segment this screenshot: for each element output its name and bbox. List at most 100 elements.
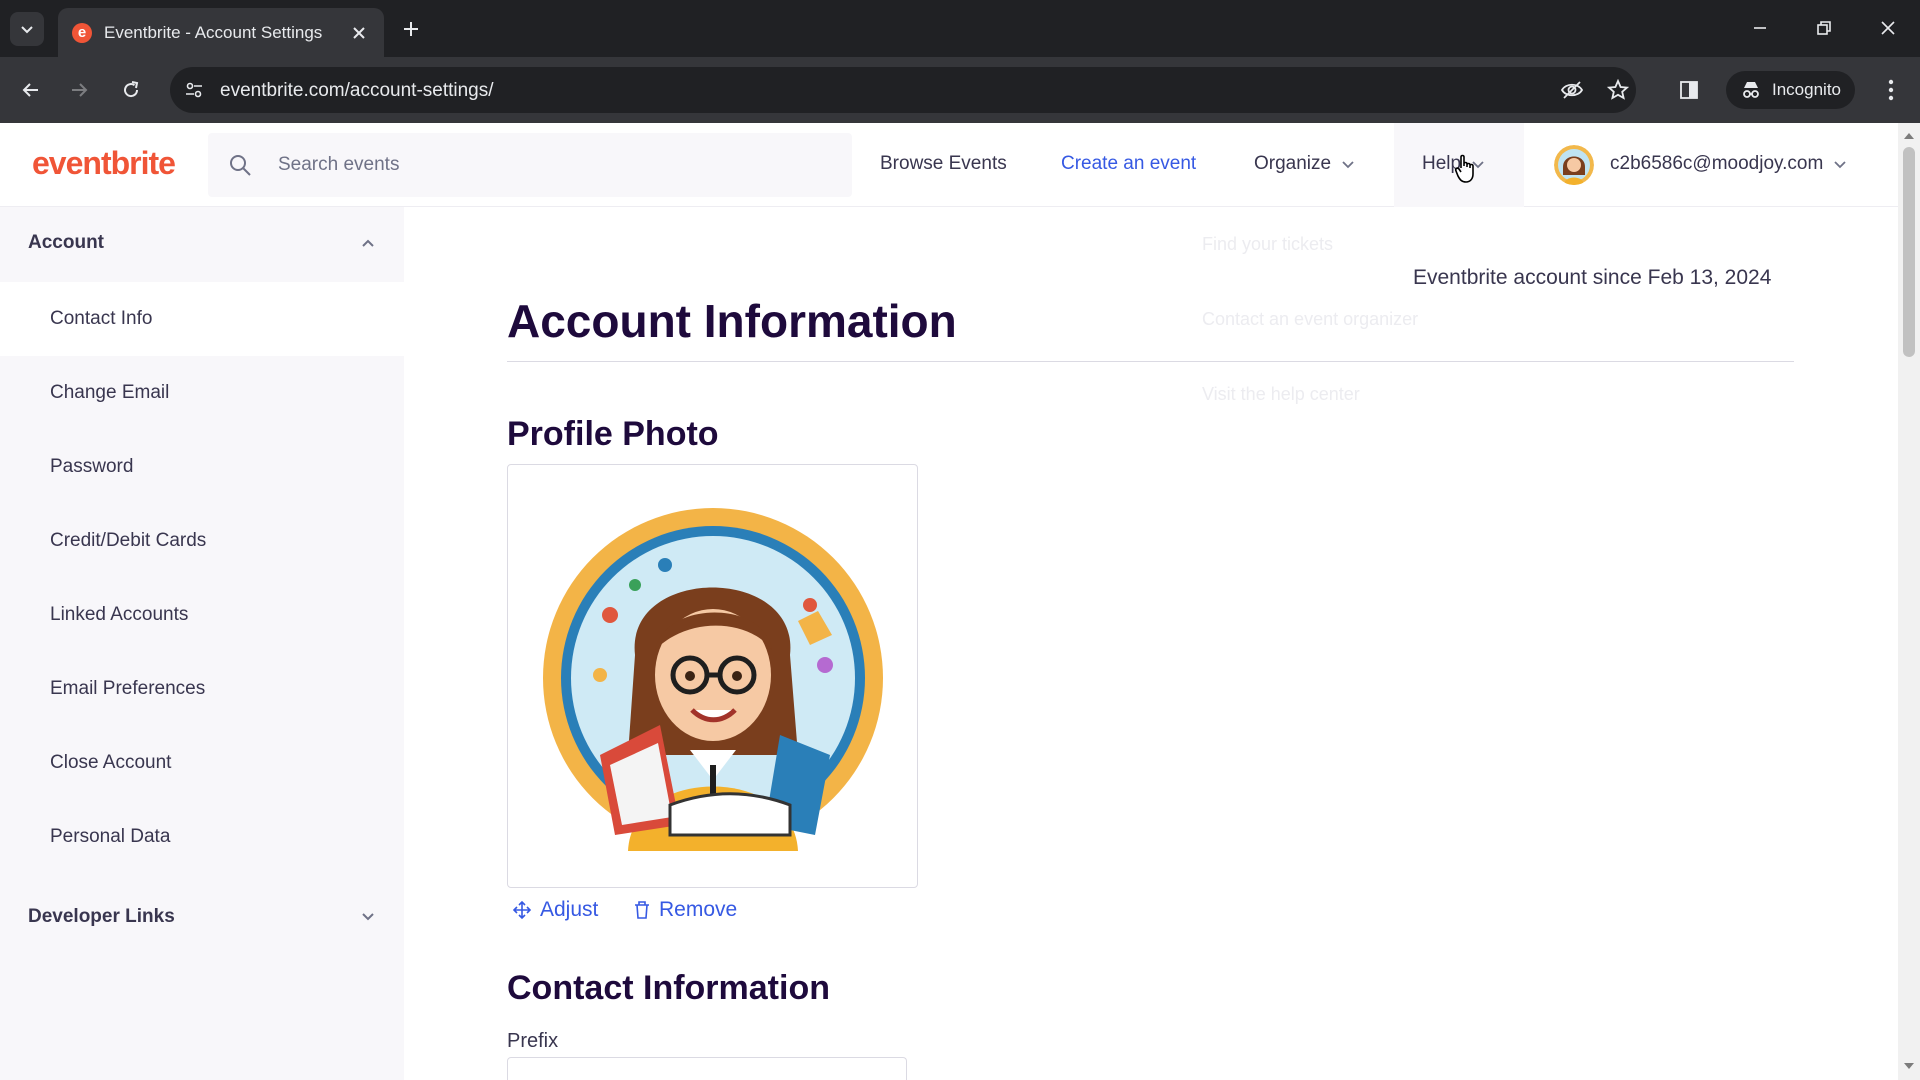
tracking-protection-button[interactable] [1558,76,1586,104]
bookmark-button[interactable] [1604,76,1632,104]
hand-cursor-icon [1454,154,1474,183]
sidebar-item-label: Personal Data [50,826,171,847]
trash-icon [635,901,649,919]
browser-tab[interactable]: e Eventbrite - Account Settings [58,8,384,57]
account-sidebar: Account Contact Info Change Email Passwo… [0,207,404,1080]
user-avatar[interactable] [1554,145,1594,185]
close-icon [353,26,365,39]
triangle-down-icon [1904,1063,1914,1069]
plus-icon [404,22,418,36]
create-event-label: Create an event [1061,153,1197,174]
restore-icon [1817,21,1831,35]
close-window-button[interactable] [1868,10,1908,46]
sidebar-item-linked-accounts[interactable]: Linked Accounts [0,578,404,652]
incognito-badge[interactable]: Incognito [1726,71,1855,109]
sidebar-item-label: Contact Info [50,308,153,329]
organize-label: Organize [1254,153,1332,174]
triangle-up-icon [1904,133,1914,139]
sidebar-item-label: Email Preferences [50,678,206,699]
search-bar[interactable] [208,133,852,197]
arrow-left-icon [22,83,38,97]
remove-photo-button[interactable]: Remove [633,898,737,922]
site-header: eventbrite Browse Events Create an event… [0,123,1898,207]
sidebar-item-personal-data[interactable]: Personal Data [0,800,404,874]
sidebar-item-change-email[interactable]: Change Email [0,356,404,430]
organize-menu[interactable]: Organize [1254,153,1355,175]
page-scrollbar[interactable] [1898,123,1920,1080]
reload-button[interactable] [114,73,148,107]
eventbrite-favicon-icon: e [72,22,92,43]
browser-menu-button[interactable] [1874,73,1908,107]
sidebar-section-label: Account [28,232,104,253]
remove-label: Remove [659,898,738,921]
account-since-text: Eventbrite account since Feb 13, 2024 [1413,266,1772,289]
sidebar-section-label: Developer Links [28,906,175,927]
side-panel-button[interactable] [1672,73,1706,107]
new-tab-button[interactable] [396,14,426,44]
scroll-up-button[interactable] [1903,129,1915,141]
user-email: c2b6586c@moodjoy.com [1610,153,1824,174]
restore-button[interactable] [1804,10,1844,46]
search-input[interactable] [278,149,828,181]
back-button[interactable] [14,73,48,107]
arrow-right-icon [72,83,88,97]
incognito-icon [1743,82,1759,98]
tab-close-button[interactable] [348,22,370,44]
sidebar-item-password[interactable]: Password [0,430,404,504]
contact-information-heading: Contact Information [507,969,830,1007]
address-bar[interactable]: eventbrite.com/account-settings/ [170,67,1636,113]
side-panel-icon [1680,81,1698,99]
chevron-up-icon [362,239,374,247]
forward-button[interactable] [62,73,96,107]
sidebar-item-label: Password [50,456,134,477]
browser-toolbar: eventbrite.com/account-settings/ Incogni… [0,57,1920,123]
sidebar-item-label: Linked Accounts [50,604,189,625]
move-icon [512,900,532,920]
chevron-down-icon [21,26,33,34]
sidebar-item-email-preferences[interactable]: Email Preferences [0,652,404,726]
sidebar-item-label: Close Account [50,752,172,773]
eventbrite-logo[interactable]: eventbrite [32,145,176,182]
avatar-icon [1554,145,1594,185]
scroll-thumb[interactable] [1903,147,1915,357]
chevron-down-icon [1342,161,1354,169]
help-dropdown-item[interactable]: Find your tickets [1202,234,1333,255]
prefix-label: Prefix [507,1030,559,1052]
create-event-link[interactable]: Create an event [1061,153,1196,175]
adjust-photo-button[interactable]: Adjust [512,898,598,922]
sidebar-item-label: Credit/Debit Cards [50,530,207,551]
divider [507,361,1794,362]
eye-off-icon [1560,81,1584,99]
browse-events-link[interactable]: Browse Events [880,153,1007,175]
prefix-select[interactable] [507,1057,907,1080]
profile-photo-card [507,464,918,888]
more-vertical-icon [1888,79,1894,101]
scroll-down-button[interactable] [1903,1061,1915,1073]
reload-icon [124,81,139,98]
help-dropdown-item[interactable]: Visit the help center [1202,384,1360,405]
sidebar-section-account[interactable]: Account [0,207,404,279]
incognito-label: Incognito [1772,80,1841,99]
help-dropdown-item[interactable]: Contact an event organizer [1202,309,1418,330]
profile-photo-heading: Profile Photo [507,415,719,453]
tab-search-button[interactable] [10,12,44,46]
close-icon [1881,21,1895,35]
sidebar-item-contact-info[interactable]: Contact Info [0,282,404,356]
minimize-icon [1754,27,1766,29]
search-icon [230,155,251,176]
user-menu[interactable]: c2b6586c@moodjoy.com [1610,153,1847,175]
sidebar-section-developer-links[interactable]: Developer Links [0,881,404,953]
browse-events-label: Browse Events [880,153,1007,174]
sidebar-item-close-account[interactable]: Close Account [0,726,404,800]
sidebar-item-label: Change Email [50,382,170,403]
adjust-label: Adjust [540,898,599,921]
tune-icon [186,82,202,98]
minimize-button[interactable] [1740,10,1780,46]
sidebar-item-credit-debit-cards[interactable]: Credit/Debit Cards [0,504,404,578]
star-icon [1607,79,1629,100]
page-title: Account Information [507,295,957,347]
browser-tab-bar: e Eventbrite - Account Settings [0,0,1920,57]
url-text[interactable]: eventbrite.com/account-settings/ [220,80,494,102]
chevron-down-icon [1834,161,1846,169]
site-info-button[interactable] [180,76,208,104]
